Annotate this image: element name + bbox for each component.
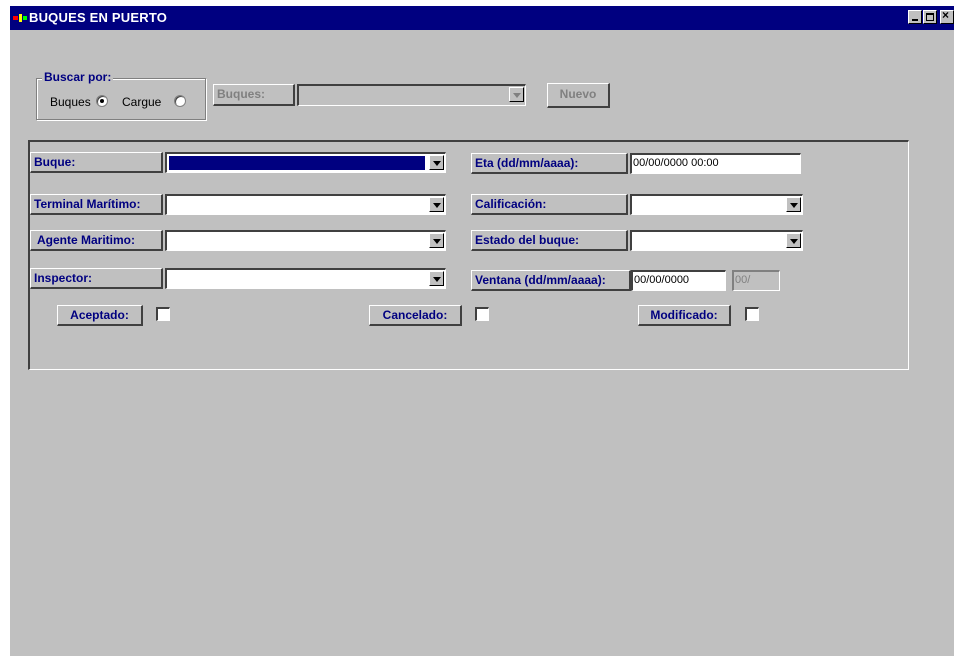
- buque-label: Buque:: [30, 152, 163, 173]
- radio-buques[interactable]: [96, 95, 108, 107]
- inspector-combo[interactable]: [165, 268, 446, 289]
- maximize-icon: [926, 13, 934, 21]
- terminal-combo[interactable]: [165, 194, 446, 215]
- modificado-checkbox[interactable]: [745, 307, 759, 321]
- title-bar[interactable]: BUQUES EN PUERTO ×: [10, 6, 954, 30]
- ventana-field[interactable]: 00/00/0000: [631, 270, 726, 291]
- buque-combo[interactable]: [165, 152, 446, 173]
- minimize-icon: [912, 19, 918, 21]
- radio-cargue[interactable]: [174, 95, 186, 107]
- cancelado-checkbox[interactable]: [475, 307, 489, 321]
- main-window: BUQUES EN PUERTO × Buscar por: Buques Ca…: [10, 6, 954, 656]
- ventana-label: Ventana (dd/mm/aaaa):: [471, 270, 631, 291]
- minimize-button[interactable]: [908, 10, 922, 24]
- close-icon: ×: [942, 8, 950, 22]
- nuevo-button[interactable]: Nuevo: [547, 83, 610, 108]
- form-panel: [28, 140, 909, 370]
- aceptado-checkbox[interactable]: [156, 307, 170, 321]
- chevron-down-icon[interactable]: [786, 197, 801, 212]
- calificacion-label: Calificación:: [471, 194, 628, 215]
- search-buques-label: Buques:: [213, 84, 295, 106]
- close-button[interactable]: ×: [940, 8, 954, 24]
- inspector-label: Inspector:: [30, 268, 163, 289]
- chevron-down-icon[interactable]: [786, 233, 801, 248]
- app-icon: [13, 14, 27, 22]
- search-buques-combo[interactable]: [297, 84, 526, 106]
- eta-label: Eta (dd/mm/aaaa):: [471, 153, 628, 174]
- aceptado-label: Aceptado:: [57, 305, 143, 326]
- maximize-button[interactable]: [923, 10, 937, 24]
- chevron-down-icon[interactable]: [429, 155, 444, 170]
- chevron-down-icon[interactable]: [429, 197, 444, 212]
- terminal-label: Terminal Marítimo:: [30, 194, 163, 215]
- estado-label: Estado del buque:: [471, 230, 628, 251]
- radio-buques-label: Buques: [50, 95, 91, 109]
- agente-label: Agente Maritimo:: [30, 230, 163, 251]
- chevron-down-icon[interactable]: [429, 233, 444, 248]
- modificado-label: Modificado:: [638, 305, 731, 326]
- window-title: BUQUES EN PUERTO: [29, 10, 168, 25]
- cancelado-label: Cancelado:: [369, 305, 462, 326]
- chevron-down-icon[interactable]: [429, 271, 444, 286]
- calificacion-combo[interactable]: [630, 194, 803, 215]
- search-group-label: Buscar por:: [42, 70, 114, 84]
- agente-combo[interactable]: [165, 230, 446, 251]
- eta-field[interactable]: 00/00/0000 00:00: [630, 153, 801, 174]
- ventana-field-secondary: 00/: [732, 270, 780, 291]
- buque-selection: [168, 155, 426, 171]
- radio-cargue-label: Cargue: [122, 95, 162, 109]
- estado-combo[interactable]: [630, 230, 803, 251]
- chevron-down-icon[interactable]: [509, 87, 524, 102]
